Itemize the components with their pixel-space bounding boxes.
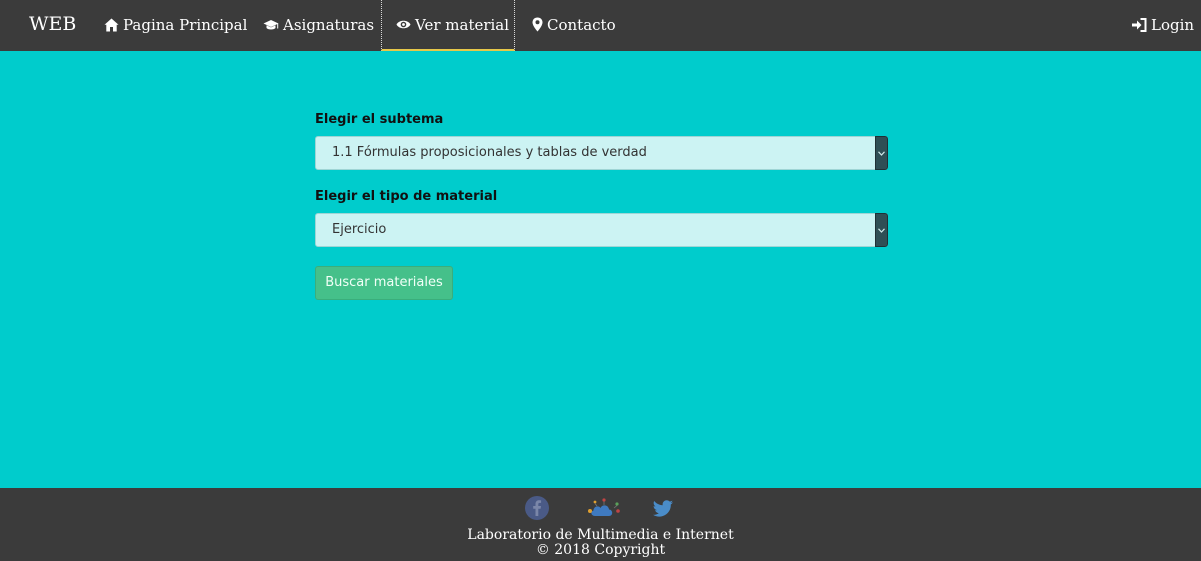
chevron-down-icon[interactable]: [875, 213, 888, 247]
material-type-selected-value: Ejercicio: [332, 222, 387, 237]
map-marker-icon: [532, 17, 543, 32]
subtopic-selected-value: 1.1 Fórmulas proposicionales y tablas de…: [332, 145, 647, 160]
nav-item-ver-material[interactable]: Ver material: [381, 0, 515, 51]
eye-icon: [396, 20, 411, 29]
home-icon: [104, 18, 119, 31]
top-navbar: WEB Pagina Principal Asignaturas Ver mat…: [0, 0, 1201, 51]
subtopic-label: Elegir el subtema: [315, 112, 444, 127]
login-icon: [1132, 17, 1147, 32]
nav-item-asignaturas[interactable]: Asignaturas: [263, 0, 374, 49]
login-link[interactable]: Login: [1131, 0, 1194, 49]
twitter-icon[interactable]: [650, 495, 676, 521]
graduation-cap-icon: [263, 19, 279, 29]
footer-lab-name: Laboratorio de Multimedia e Internet: [467, 527, 734, 543]
facebook-icon[interactable]: [524, 495, 550, 521]
footer-copyright: © 2018 Copyright: [535, 542, 666, 558]
subtopic-select[interactable]: 1.1 Fórmulas proposicionales y tablas de…: [315, 136, 888, 170]
footer: Laboratorio de Multimedia e Internet © 2…: [0, 488, 1201, 561]
nav-item-label: Asignaturas: [283, 15, 375, 34]
material-type-select[interactable]: Ejercicio: [315, 213, 888, 247]
nav-item-contacto[interactable]: Contacto: [532, 0, 616, 49]
chevron-down-icon[interactable]: [875, 136, 888, 170]
search-materials-button[interactable]: Buscar materiales: [315, 266, 453, 300]
nav-item-label: Ver material: [415, 15, 510, 34]
nav-item-label: Pagina Principal: [123, 15, 248, 34]
nav-item-label: Contacto: [547, 15, 616, 34]
nav-item-pagina-principal[interactable]: Pagina Principal: [104, 0, 247, 49]
brand-link[interactable]: WEB: [29, 12, 76, 36]
material-search-form: Elegir el subtema 1.1 Fórmulas proposici…: [315, 111, 888, 300]
login-label: Login: [1151, 15, 1195, 34]
cloud-icon[interactable]: [587, 495, 621, 521]
material-type-label: Elegir el tipo de material: [315, 189, 498, 204]
